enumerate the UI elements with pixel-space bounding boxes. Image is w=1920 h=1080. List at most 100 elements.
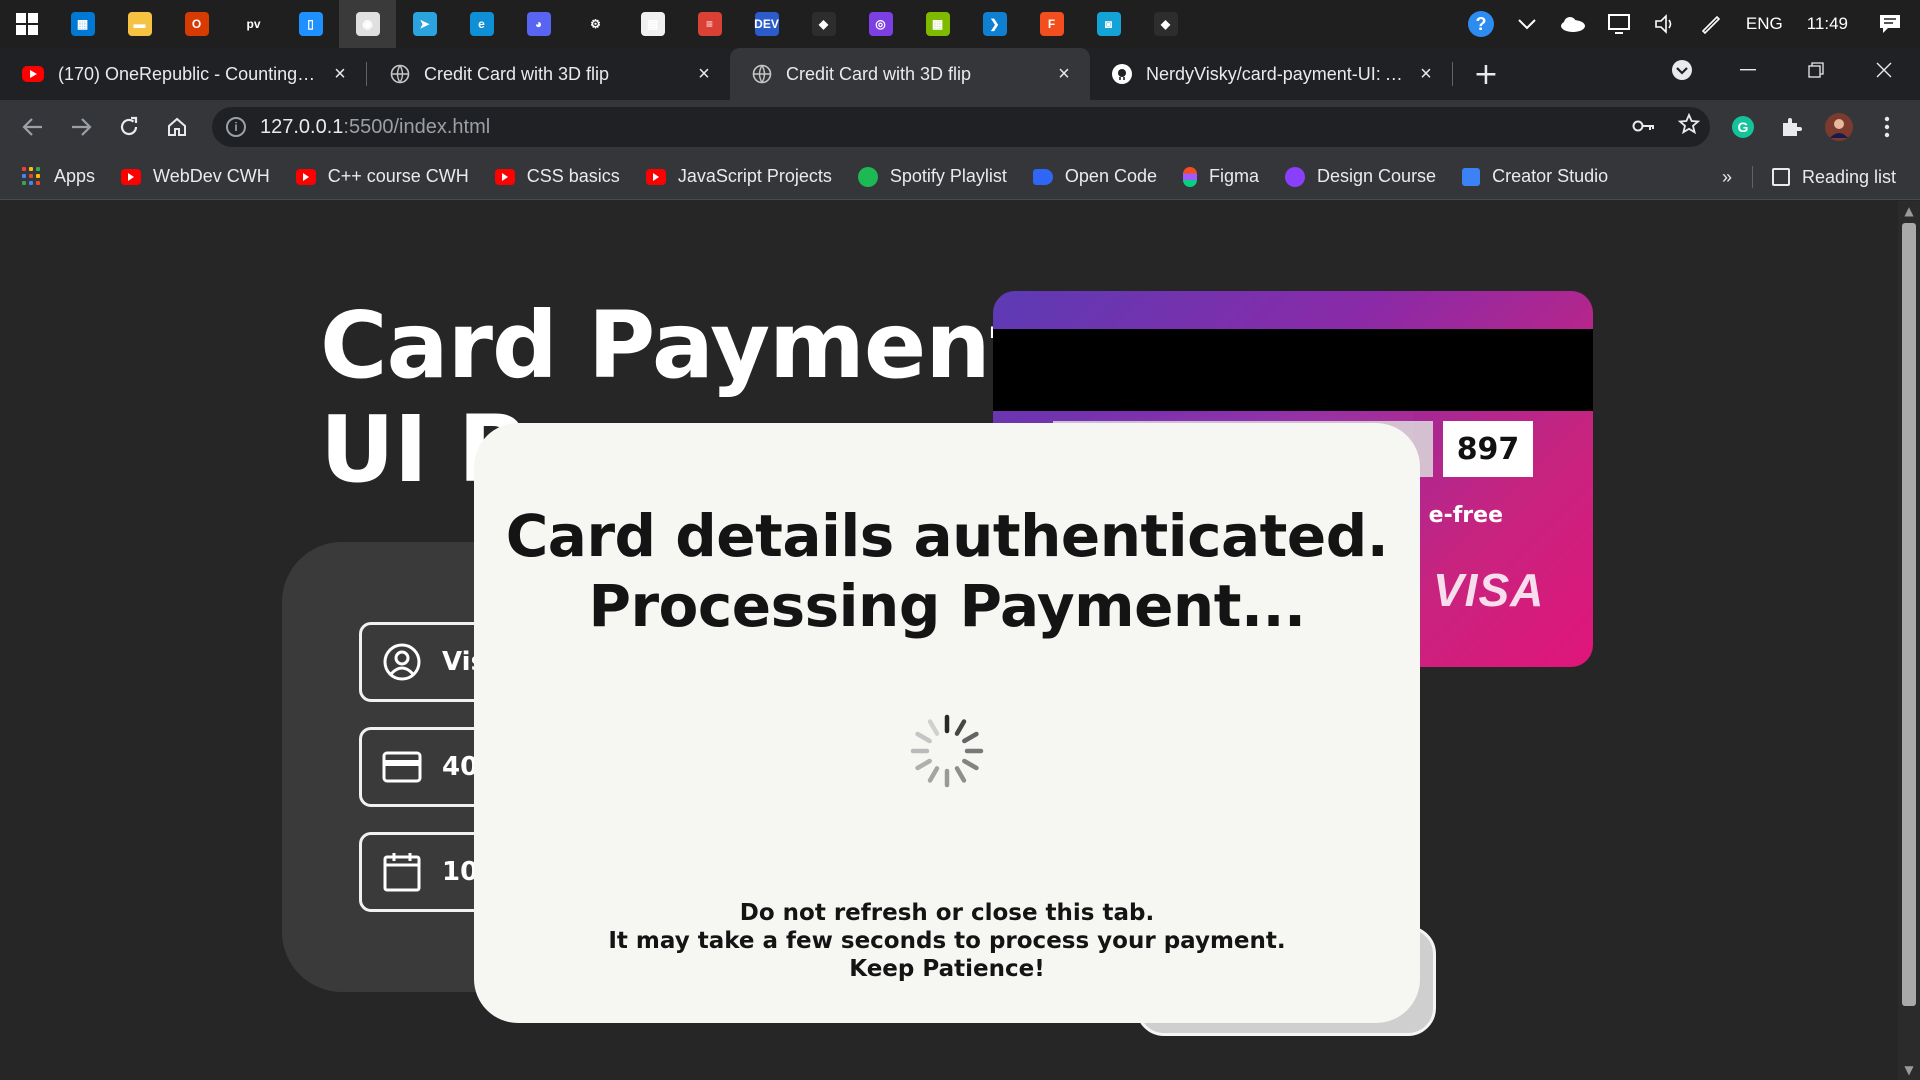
spinner-segment [962,758,979,771]
scroll-up-arrow-icon[interactable]: ▲ [1898,201,1920,221]
taskbar-app[interactable]: ▦ [909,0,966,48]
bookmark-star-icon[interactable] [1677,112,1701,141]
chevron-up-icon[interactable] [1504,0,1550,48]
modal-note-line-3: Keep Patience! [849,956,1045,982]
card-number-value: 40 [442,752,479,782]
address-bar[interactable]: i 127.0.0.1:5500/index.html [212,107,1710,147]
display-icon[interactable] [1596,0,1642,48]
help-icon[interactable]: ? [1458,0,1504,48]
taskbar-app[interactable]: ◆ [1137,0,1194,48]
close-icon[interactable]: × [1416,64,1436,84]
menu-kebab-icon[interactable] [1872,112,1902,142]
microsoft-store-icon: ▦ [70,12,95,36]
bookmarks-overflow-button[interactable]: » [1722,154,1732,200]
taskbar-app[interactable]: ≡ [681,0,738,48]
bookmark-item[interactable]: JavaScript Projects [645,166,832,187]
back-arrow-icon[interactable] [16,110,50,144]
restore-icon[interactable] [1782,48,1850,92]
processing-modal: Card details authenticated. Processing P… [474,423,1420,1023]
bookmark-label: Apps [54,166,96,186]
clock[interactable]: 11:49 [1795,0,1860,48]
file-explorer-icon: ▬ [127,12,152,36]
bookmark-label: Figma [1209,166,1260,186]
page-scrollbar[interactable]: ▲ ▼ [1898,201,1920,1080]
taskbar-app[interactable]: O [168,0,225,48]
taskbar-app[interactable]: ◆ [795,0,852,48]
language-indicator[interactable]: ENG [1734,0,1795,48]
taskbar-apps: ▦ ▬ Opv ▯ ◉ ➤ e ◕ ⚙ ▤ ≡ DEV ◆ ◎ ▦ ❯ F ◙ ◆ [54,0,1194,48]
spinner-segment [954,766,967,783]
extensions-puzzle-icon[interactable] [1776,112,1806,142]
user-circle-icon [382,642,422,682]
key-icon[interactable] [1632,116,1656,139]
tab-title: (170) OneRepublic - Counting Sta [58,63,320,84]
tab-github-repo[interactable]: NerdyVisky/card-payment-UI: An × [1090,48,1452,100]
taskbar-app[interactable]: ⚙ [567,0,624,48]
forward-arrow-icon[interactable] [64,110,98,144]
taskbar-app[interactable]: ▦ [54,0,111,48]
tab-divider [1452,62,1453,86]
bookmark-apps[interactable]: Apps [22,166,95,187]
notifications-icon[interactable] [1860,0,1920,48]
chrome-icon: ◉ [355,12,380,36]
modal-instructions: Do not refresh or close this tab. It may… [474,899,1420,983]
taskbar-app[interactable]: ❯ [966,0,1023,48]
new-tab-button[interactable]: + [1464,48,1508,100]
modal-note-line-1: Do not refresh or close this tab. [739,900,1155,926]
pen-icon[interactable] [1688,0,1734,48]
bookmark-item[interactable]: Spotify Playlist [857,166,1007,187]
windows-logo-icon [16,13,38,35]
gitkraken-icon: ◆ [1153,12,1178,36]
browser-tab-strip: (170) OneRepublic - Counting Sta × Credi… [0,48,1920,100]
spinner-segment [915,731,932,744]
tab-search-icon[interactable] [1648,48,1716,92]
tab-credit-card-2-active[interactable]: Credit Card with 3D flip × [730,48,1090,100]
dev-icon: DEV [754,12,779,36]
reading-list-button[interactable]: Reading list [1772,154,1896,200]
svg-text:?: ? [1475,14,1486,34]
taskbar-app[interactable]: ▬ [111,0,168,48]
taskbar-app[interactable]: pv [225,0,282,48]
site-info-icon[interactable]: i [226,117,246,137]
reading-list-label: Reading list [1802,166,1897,187]
volume-icon[interactable] [1642,0,1688,48]
close-icon[interactable]: × [330,64,350,84]
taskbar-app[interactable]: F [1023,0,1080,48]
scroll-down-arrow-icon[interactable]: ▼ [1898,1060,1920,1080]
game-icon: ◙ [1096,12,1121,36]
credit-card-icon [382,747,422,787]
taskbar-app[interactable]: DEV [738,0,795,48]
tab-onerepublic[interactable]: (170) OneRepublic - Counting Sta × [0,48,366,100]
bookmark-item[interactable]: Figma [1183,166,1259,187]
taskbar-app[interactable]: ▯ [282,0,339,48]
taskbar-app[interactable]: ➤ [396,0,453,48]
browser-toolbar: i 127.0.0.1:5500/index.html G [0,100,1920,154]
bookmark-item[interactable]: Creator Studio [1462,166,1608,187]
close-window-icon[interactable] [1850,48,1918,92]
scroll-thumb[interactable] [1902,223,1916,1006]
bookmark-item[interactable]: C++ course CWH [295,166,469,187]
reload-icon[interactable] [112,110,146,144]
bookmark-label: Creator Studio [1492,166,1609,186]
close-icon[interactable]: × [1054,64,1074,84]
home-icon[interactable] [160,110,194,144]
bookmark-item[interactable]: Design Course [1285,166,1436,187]
taskbar-app[interactable]: ◉ [339,0,396,48]
bookmark-item[interactable]: Open Code [1032,166,1157,187]
minimize-icon[interactable] [1714,48,1782,92]
taskbar-app[interactable]: ◎ [852,0,909,48]
bookmark-item[interactable]: WebDev CWH [121,166,270,187]
grammarly-icon[interactable]: G [1728,112,1758,142]
tab-credit-card-1[interactable]: Credit Card with 3D flip × [368,48,730,100]
discord-icon: ◕ [526,12,551,36]
taskbar-app[interactable]: e [453,0,510,48]
start-button[interactable] [0,0,54,48]
taskbar-app[interactable]: ▤ [624,0,681,48]
onedrive-cloud-icon[interactable] [1550,0,1596,48]
taskbar-app[interactable]: ◕ [510,0,567,48]
close-icon[interactable]: × [694,64,714,84]
office-icon: O [184,12,209,36]
bookmark-item[interactable]: CSS basics [494,166,620,187]
profile-avatar-icon[interactable] [1824,112,1854,142]
taskbar-app[interactable]: ◙ [1080,0,1137,48]
